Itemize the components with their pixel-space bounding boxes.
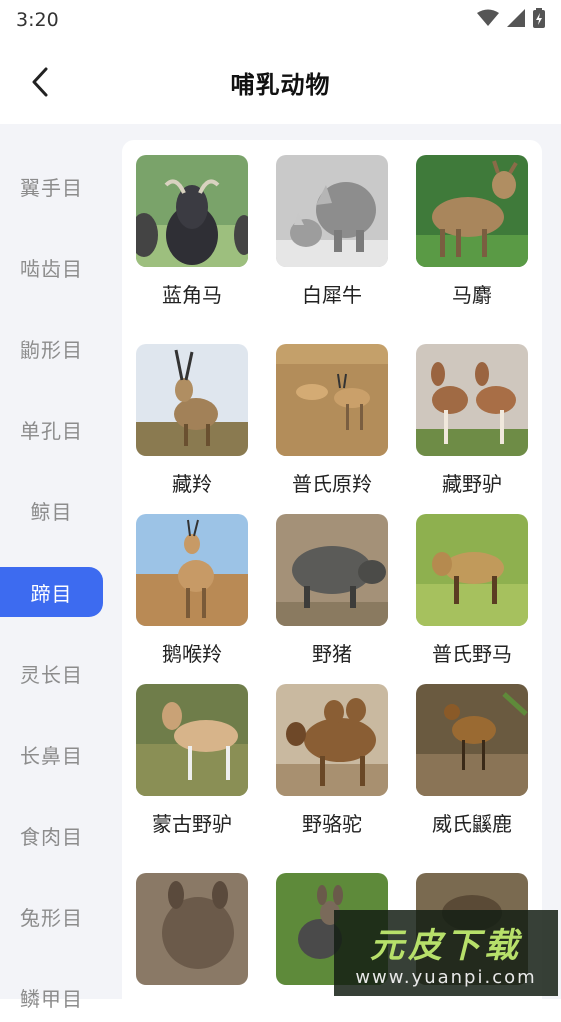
animal-photo [276, 344, 388, 456]
animal-photo [276, 684, 388, 796]
animal-photo [136, 514, 248, 626]
content-area: 翼手目 啮齿目 鼩形目 单孔目 鲸目 蹄目 灵长目 长鼻目 食肉目 兔形目 鳞甲… [0, 124, 561, 1020]
animal-card[interactable]: 蓝角马 [136, 155, 248, 308]
animal-photo [276, 514, 388, 626]
animal-name: 普氏原羚 [292, 472, 372, 496]
sidebar-item-label: 翼手目 [20, 175, 83, 200]
animal-name: 威氏鼷鹿 [432, 812, 512, 836]
watermark-url: www.yuanpi.com [355, 967, 537, 988]
animal-card[interactable]: 白犀牛 [276, 155, 388, 308]
watermark-logo: 元皮下载 www.yuanpi.com [334, 910, 558, 996]
animal-card[interactable] [136, 873, 248, 997]
animal-photo [276, 155, 388, 267]
sidebar-item-rodentia[interactable]: 啮齿目 [0, 242, 103, 292]
animal-name: 蒙古野驴 [152, 812, 232, 836]
watermark-brand: 元皮下载 [370, 926, 522, 966]
animal-card[interactable]: 马麝 [416, 155, 528, 308]
signal-icon [507, 8, 525, 32]
animal-name: 野猪 [312, 642, 352, 666]
animal-photo [416, 514, 528, 626]
sidebar-item-primates[interactable]: 灵长目 [0, 648, 103, 698]
animal-name: 藏野驴 [442, 472, 502, 496]
animal-name: 藏羚 [172, 472, 212, 496]
sidebar-item-cetacea[interactable]: 鲸目 [0, 485, 103, 535]
animal-photo [416, 684, 528, 796]
status-time: 3:20 [16, 9, 59, 31]
animal-name: 野骆驼 [302, 812, 362, 836]
wifi-icon [477, 9, 499, 32]
animal-photo [136, 684, 248, 796]
animal-card[interactable]: 普氏野马 [416, 514, 528, 667]
animal-name: 马麝 [452, 283, 492, 307]
sidebar-item-pholidota[interactable]: 鳞甲目 [0, 972, 103, 1022]
sidebar-item-monotremata[interactable]: 单孔目 [0, 404, 103, 454]
animal-grid: 蓝角马 白犀牛 马麝 藏羚 普氏原羚 藏野驴 鹅喉羚 野猪 普氏野马 蒙古野驴 … [122, 140, 542, 1020]
animal-name: 蓝角马 [162, 283, 222, 307]
back-button[interactable] [24, 66, 56, 98]
back-arrow-icon [32, 67, 48, 97]
page-title: 哺乳动物 [230, 70, 331, 99]
sidebar-item-lagomorpha[interactable]: 兔形目 [0, 891, 103, 941]
animal-photo [136, 873, 248, 985]
animal-card[interactable]: 鹅喉羚 [136, 514, 248, 667]
sidebar-item-label: 蹄目 [30, 581, 73, 606]
animal-photo [136, 155, 248, 267]
app-header: 哺乳动物 [0, 40, 561, 124]
animal-card[interactable]: 普氏原羚 [276, 344, 388, 497]
status-icons [477, 7, 545, 33]
sidebar-item-label: 食肉目 [20, 824, 83, 849]
status-bar: 3:20 [0, 0, 561, 40]
animal-photo [136, 344, 248, 456]
animal-card[interactable]: 野猪 [276, 514, 388, 667]
battery-icon [533, 7, 545, 33]
animal-name: 鹅喉羚 [162, 642, 222, 666]
sidebar-item-label: 兔形目 [20, 905, 83, 930]
animal-name: 普氏野马 [432, 642, 512, 666]
sidebar-item-label: 灵长目 [20, 662, 83, 687]
category-sidebar: 翼手目 啮齿目 鼩形目 单孔目 鲸目 蹄目 灵长目 长鼻目 食肉目 兔形目 鳞甲… [0, 124, 116, 1011]
sidebar-item-label: 鳞甲目 [20, 986, 83, 1011]
sidebar-item-label: 鼩形目 [20, 337, 83, 362]
sidebar-item-label: 鲸目 [30, 499, 73, 524]
animal-card[interactable]: 野骆驼 [276, 684, 388, 837]
animal-photo [416, 344, 528, 456]
animal-card[interactable]: 蒙古野驴 [136, 684, 248, 837]
sidebar-item-ungulata[interactable]: 蹄目 [0, 567, 103, 617]
animal-card[interactable]: 藏羚 [136, 344, 248, 497]
sidebar-item-label: 啮齿目 [20, 256, 83, 281]
sidebar-item-chiroptera[interactable]: 翼手目 [0, 161, 103, 211]
sidebar-item-soricomorpha[interactable]: 鼩形目 [0, 323, 103, 373]
animal-card[interactable]: 藏野驴 [416, 344, 528, 497]
sidebar-item-carnivora[interactable]: 食肉目 [0, 810, 103, 860]
sidebar-item-proboscidea[interactable]: 长鼻目 [0, 729, 103, 779]
animal-card[interactable]: 威氏鼷鹿 [416, 684, 528, 837]
animal-name: 白犀牛 [302, 283, 362, 307]
sidebar-item-label: 长鼻目 [20, 743, 83, 768]
animal-photo [416, 155, 528, 267]
sidebar-item-label: 单孔目 [20, 418, 83, 443]
